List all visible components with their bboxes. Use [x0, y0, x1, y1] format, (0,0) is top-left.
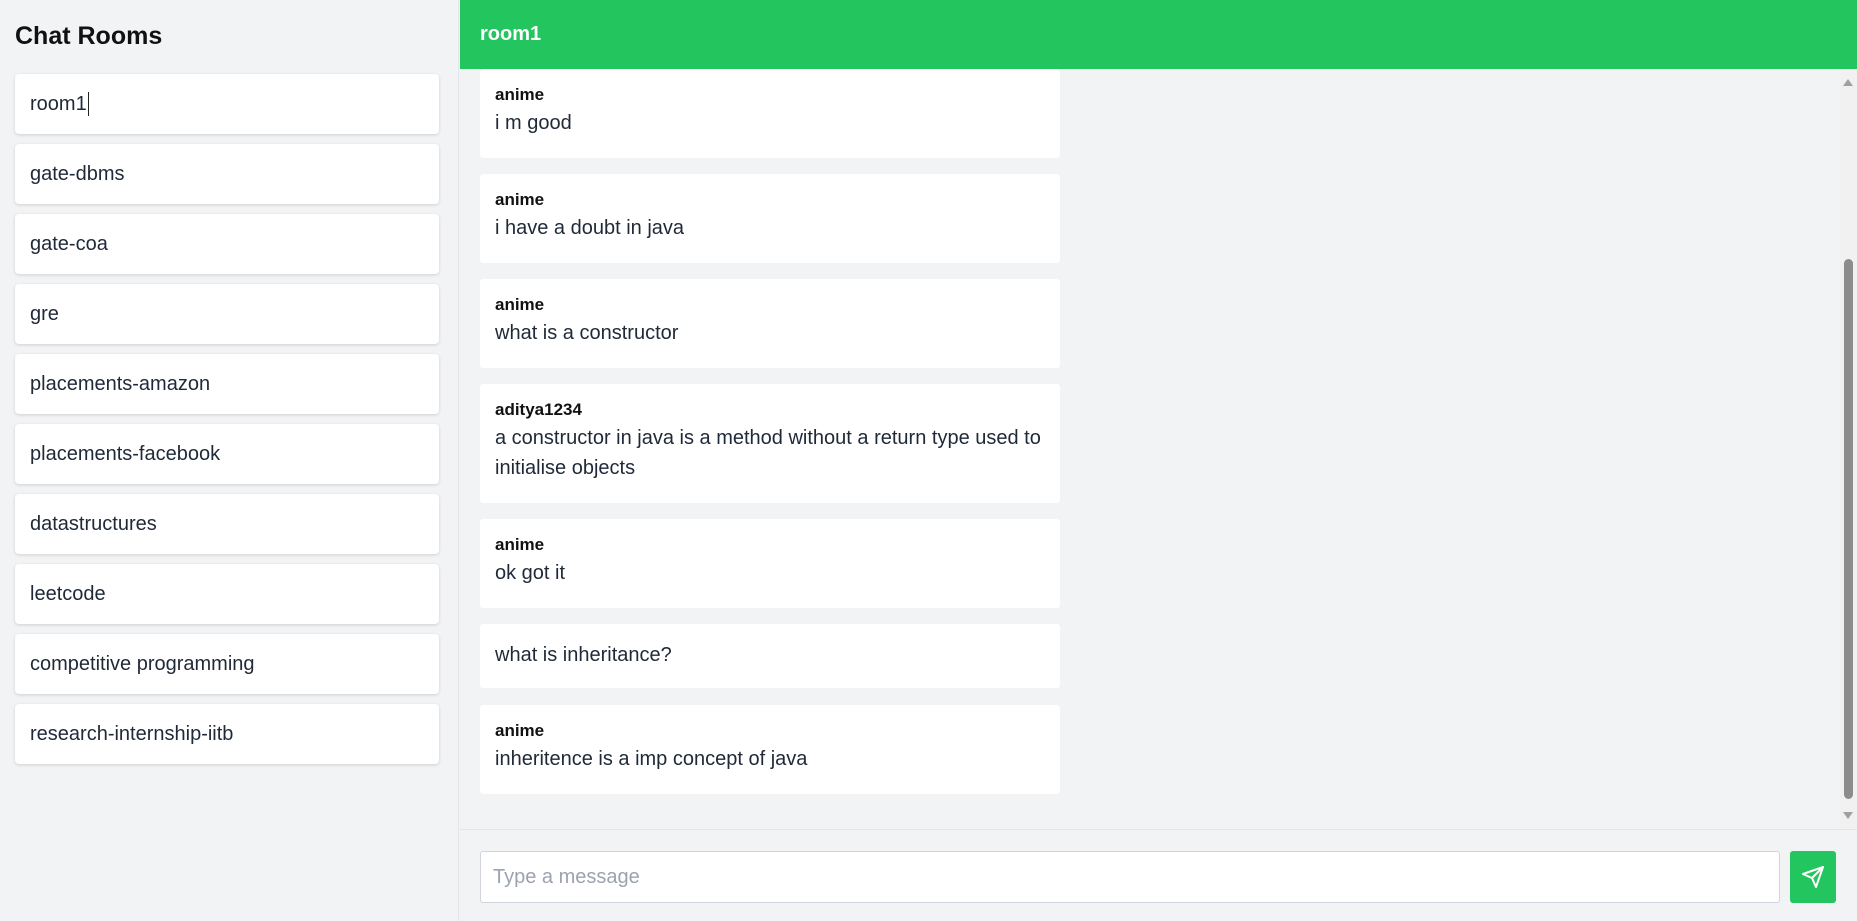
message-card: anime i m good [480, 69, 1060, 158]
sidebar: Chat Rooms room1 gate-dbms gate-coa gre … [0, 0, 459, 921]
room-item-placements-facebook[interactable]: placements-facebook [15, 424, 439, 484]
scroll-thumb[interactable] [1844, 259, 1853, 799]
message-card: anime i have a doubt in java [480, 174, 1060, 263]
room-label: competitive programming [30, 652, 255, 675]
message-text: ok got it [495, 562, 566, 584]
room-label: placements-facebook [30, 442, 221, 465]
room-label: research-internship-iitb [30, 722, 234, 745]
message-text: what is a constructor [495, 322, 679, 344]
room-label: gre [30, 302, 59, 325]
room-label: leetcode [30, 582, 106, 605]
room-item-gate-coa[interactable]: gate-coa [15, 214, 439, 274]
message-scrollbar[interactable] [1840, 69, 1857, 829]
room-label: gate-coa [30, 232, 108, 255]
message-author: anime [495, 721, 545, 740]
message-card: anime what is a constructor [480, 279, 1060, 368]
message-text: a constructor in java is a method withou… [495, 427, 1041, 479]
room-label: datastructures [30, 512, 157, 535]
message-card: aditya1234 a constructor in java is a me… [480, 384, 1060, 503]
room-item-placements-amazon[interactable]: placements-amazon [15, 354, 439, 414]
room-list: room1 gate-dbms gate-coa gre placements-… [15, 74, 439, 774]
message-author: anime [495, 190, 545, 209]
message-author: aditya1234 [495, 400, 582, 419]
message-input[interactable] [480, 851, 1780, 903]
text-caret [87, 92, 89, 116]
message-text: inheritence is a imp concept of java [495, 748, 808, 770]
message-composer [460, 829, 1857, 921]
sidebar-title: Chat Rooms [15, 22, 163, 50]
message-list[interactable]: anime i m good anime i have a doubt in j… [460, 69, 1857, 829]
message-author: anime [495, 295, 545, 314]
chat-title: room1 [480, 23, 542, 45]
message-author: anime [495, 85, 545, 104]
room-item-competitive-programming[interactable]: competitive programming [15, 634, 439, 694]
scroll-up-arrow-icon[interactable] [1843, 79, 1853, 86]
room-item-gate-dbms[interactable]: gate-dbms [15, 144, 439, 204]
message-text: i m good [495, 112, 572, 134]
message-card: what is inheritance? [480, 624, 1060, 688]
chat-header: room1 [460, 0, 1857, 69]
message-card: anime ok got it [480, 519, 1060, 608]
message-author: anime [495, 535, 545, 554]
room-item-gre[interactable]: gre [15, 284, 439, 344]
room-item-leetcode[interactable]: leetcode [15, 564, 439, 624]
room-label: placements-amazon [30, 372, 211, 395]
room-item-room1[interactable]: room1 [15, 74, 439, 134]
room-label: room1 [30, 92, 87, 115]
chat-panel: room1 anime i m good anime i have a doub… [460, 0, 1857, 921]
scroll-down-arrow-icon[interactable] [1843, 812, 1853, 819]
send-icon [1801, 865, 1825, 889]
message-card: anime inheritence is a imp concept of ja… [480, 705, 1060, 794]
message-text: what is inheritance? [495, 644, 672, 666]
message-text: i have a doubt in java [495, 217, 685, 239]
room-item-datastructures[interactable]: datastructures [15, 494, 439, 554]
send-button[interactable] [1790, 851, 1836, 903]
room-label: gate-dbms [30, 162, 125, 185]
room-item-research-internship-iitb[interactable]: research-internship-iitb [15, 704, 439, 764]
